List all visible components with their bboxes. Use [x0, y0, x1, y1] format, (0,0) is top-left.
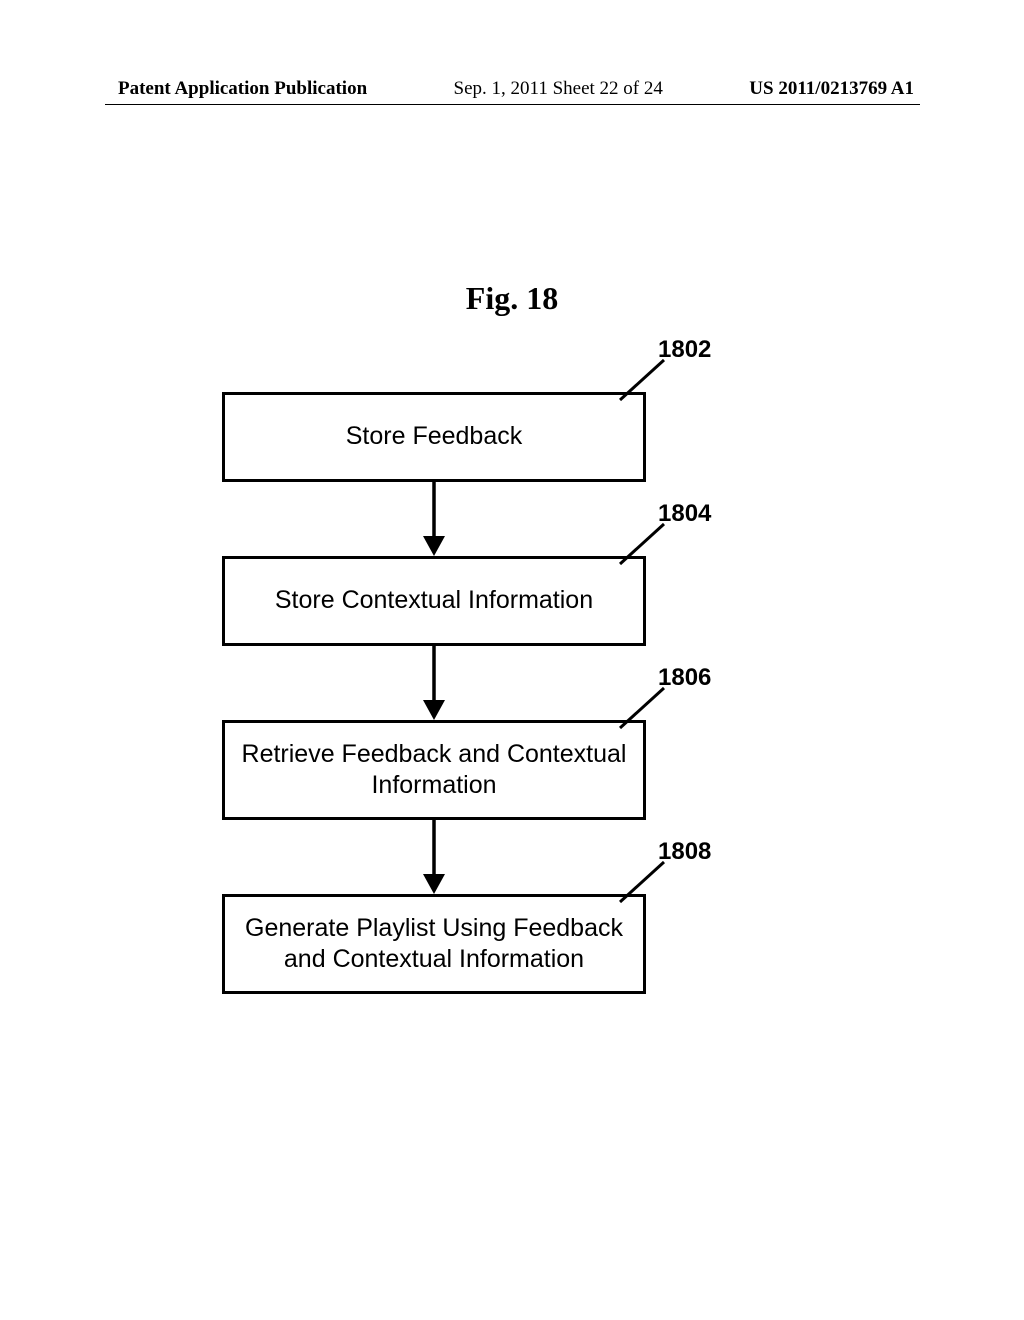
header-rule [105, 104, 920, 105]
flow-box-label: Store Feedback [346, 421, 523, 452]
page-header: Patent Application Publication Sep. 1, 2… [0, 78, 1024, 100]
lead-line-1802 [618, 358, 666, 402]
lead-line-1804 [618, 522, 666, 566]
header-right: US 2011/0213769 A1 [749, 78, 914, 100]
arrow-2-to-3 [420, 646, 448, 722]
lead-line-1806 [618, 686, 666, 730]
flow-box-generate-playlist: Generate Playlist Using Feedback and Con… [222, 894, 646, 994]
arrow-1-to-2 [420, 482, 448, 558]
flow-box-retrieve: Retrieve Feedback and Contextual Informa… [222, 720, 646, 820]
lead-line-1808 [618, 860, 666, 904]
page: Patent Application Publication Sep. 1, 2… [0, 0, 1024, 1320]
header-center: Sep. 1, 2011 Sheet 22 of 24 [454, 78, 663, 100]
ref-num-1808: 1808 [658, 838, 711, 866]
figure-title: Fig. 18 [0, 280, 1024, 317]
flow-box-store-feedback: Store Feedback [222, 392, 646, 482]
header-left: Patent Application Publication [118, 78, 367, 100]
ref-num-1804: 1804 [658, 500, 711, 528]
flow-box-store-contextual: Store Contextual Information [222, 556, 646, 646]
ref-num-1802: 1802 [658, 336, 711, 364]
ref-num-1806: 1806 [658, 664, 711, 692]
flow-box-label: Store Contextual Information [275, 585, 593, 616]
flow-box-label: Retrieve Feedback and Contextual Informa… [235, 739, 633, 802]
flow-box-label: Generate Playlist Using Feedback and Con… [235, 913, 633, 976]
arrow-3-to-4 [420, 820, 448, 896]
